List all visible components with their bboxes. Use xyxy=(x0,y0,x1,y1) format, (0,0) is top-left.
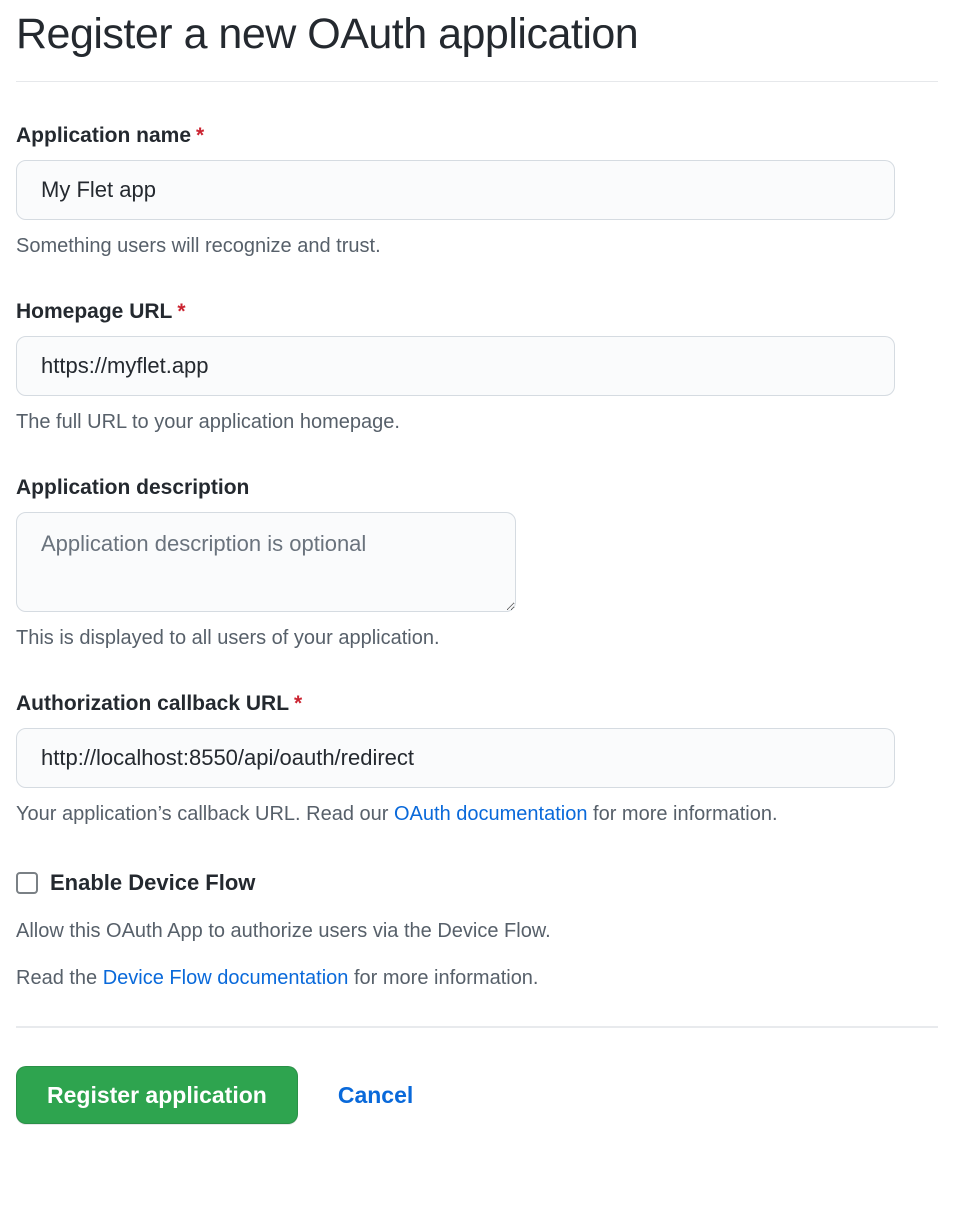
callback-url-label-text: Authorization callback URL xyxy=(16,692,289,715)
oauth-app-form: Application name* Something users will r… xyxy=(16,124,938,1124)
form-container: Register a new OAuth application Applica… xyxy=(0,0,954,1124)
enable-device-flow-checkbox[interactable] xyxy=(16,872,38,894)
oauth-documentation-link[interactable]: OAuth documentation xyxy=(394,803,587,825)
homepage-url-help: The full URL to your application homepag… xyxy=(16,411,938,434)
cancel-link[interactable]: Cancel xyxy=(338,1082,413,1109)
required-asterisk: * xyxy=(177,300,185,323)
callback-url-help-after: for more information. xyxy=(587,803,777,825)
application-name-help: Something users will recognize and trust… xyxy=(16,235,938,258)
callback-url-group: Authorization callback URL* Your applica… xyxy=(16,692,938,826)
required-asterisk: * xyxy=(294,692,302,715)
homepage-url-input[interactable] xyxy=(16,336,895,396)
callback-url-help-before: Your application’s callback URL. Read ou… xyxy=(16,803,394,825)
device-flow-read-before: Read the xyxy=(16,967,103,989)
device-flow-help: Allow this OAuth App to authorize users … xyxy=(16,920,938,943)
application-name-label: Application name* xyxy=(16,124,938,148)
device-flow-documentation-link[interactable]: Device Flow documentation xyxy=(103,967,349,989)
required-asterisk: * xyxy=(196,124,204,147)
application-description-label: Application description xyxy=(16,476,938,500)
homepage-url-label-text: Homepage URL xyxy=(16,300,172,323)
callback-url-label: Authorization callback URL* xyxy=(16,692,938,716)
callback-url-input[interactable] xyxy=(16,728,895,788)
page-title: Register a new OAuth application xyxy=(16,0,938,82)
application-description-textarea[interactable] xyxy=(16,512,516,612)
register-application-button[interactable]: Register application xyxy=(16,1066,298,1124)
oauth-registration-page: Register a new OAuth application Applica… xyxy=(0,0,954,1211)
device-flow-read-after: for more information. xyxy=(348,967,538,989)
device-flow-row: Enable Device Flow xyxy=(16,870,938,896)
application-name-group: Application name* Something users will r… xyxy=(16,124,938,258)
enable-device-flow-label[interactable]: Enable Device Flow xyxy=(50,870,255,896)
callback-url-help: Your application’s callback URL. Read ou… xyxy=(16,803,938,826)
actions-divider xyxy=(16,1026,938,1028)
homepage-url-label: Homepage URL* xyxy=(16,300,938,324)
application-description-group: Application description This is displaye… xyxy=(16,476,938,650)
homepage-url-group: Homepage URL* The full URL to your appli… xyxy=(16,300,938,434)
application-description-label-text: Application description xyxy=(16,476,249,499)
application-description-help: This is displayed to all users of your a… xyxy=(16,627,938,650)
actions-row: Register application Cancel xyxy=(16,1066,938,1124)
application-name-label-text: Application name xyxy=(16,124,191,147)
device-flow-read-more: Read the Device Flow documentation for m… xyxy=(16,967,938,990)
application-name-input[interactable] xyxy=(16,160,895,220)
